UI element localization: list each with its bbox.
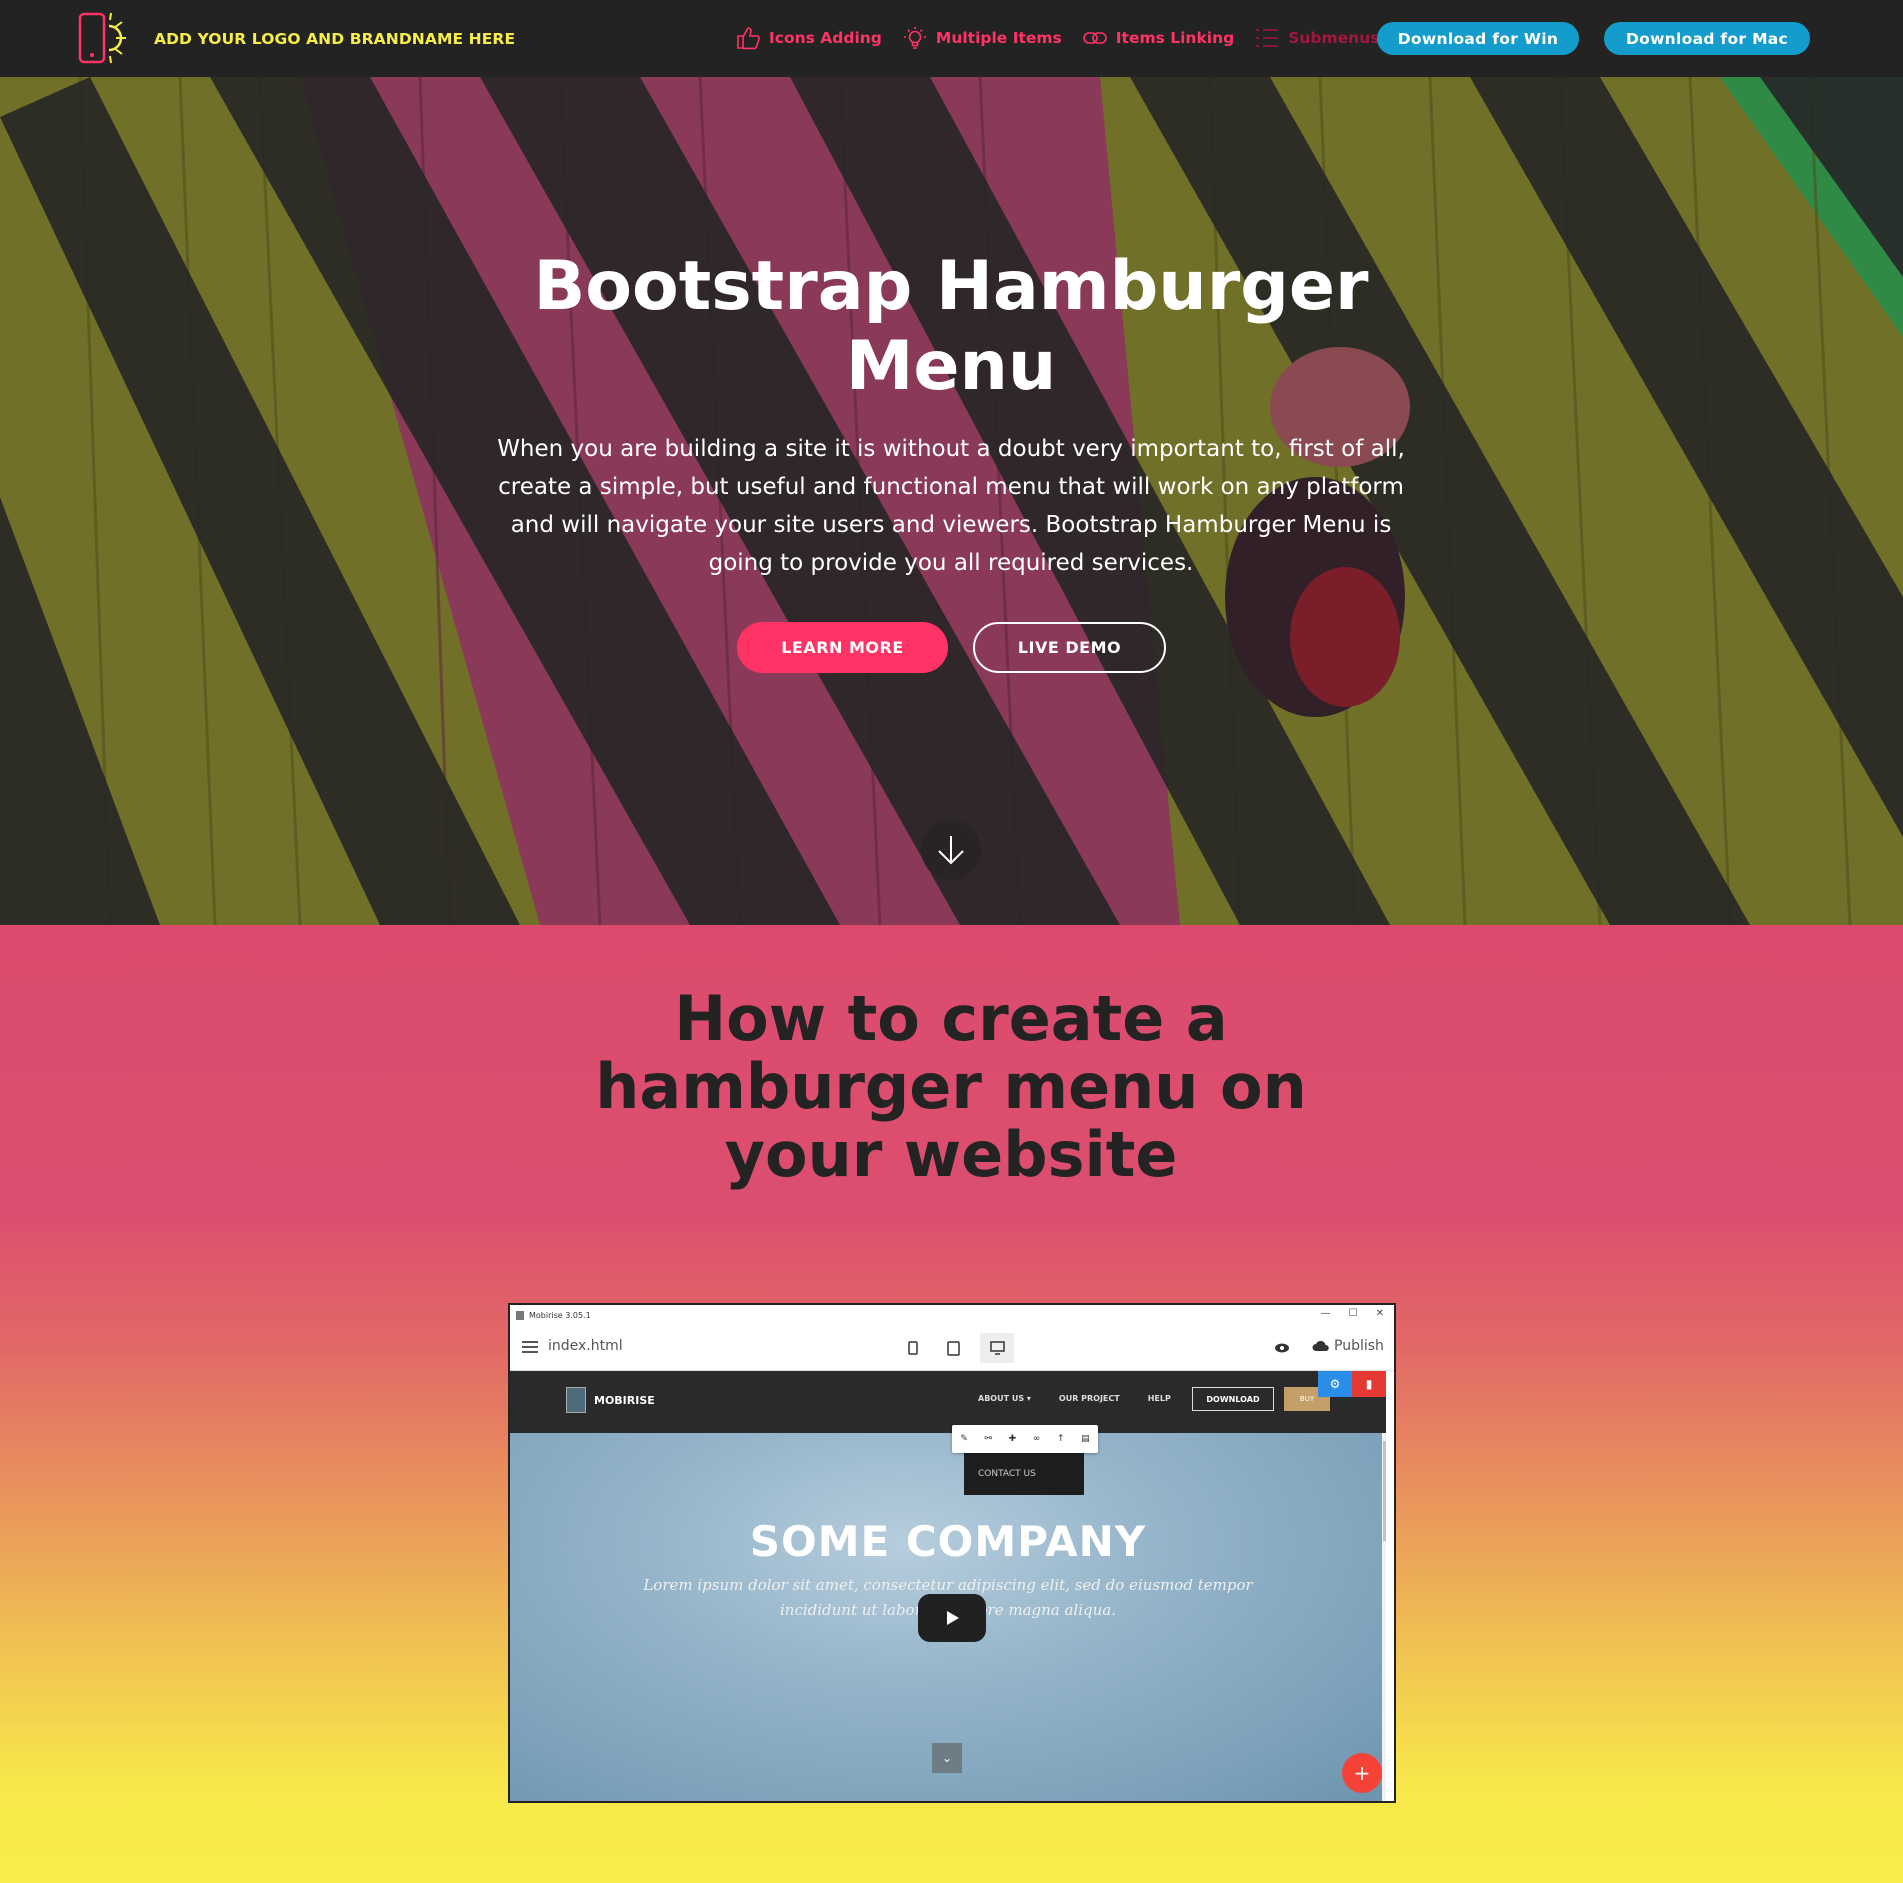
scroll-down-button[interactable] <box>921 820 981 880</box>
nav-item-label: Multiple Items <box>935 29 1062 47</box>
preview-navbar: MOBIRISE ABOUT US ▾ OUR PROJECT HELP DOW… <box>510 1371 1386 1433</box>
text-edit-toolbar: ✎ ⚯ ✚ ∞ ↑ ▤ <box>952 1425 1098 1453</box>
close-icon[interactable]: ✕ <box>1376 1308 1384 1319</box>
thumbs-up-icon <box>737 27 760 50</box>
scrollbar-thumb <box>1383 1441 1386 1541</box>
pencil-icon: ✎ <box>960 1434 968 1444</box>
minimize-icon[interactable]: — <box>1321 1308 1331 1319</box>
preview-link: ABOUT US ▾ <box>978 1394 1031 1403</box>
video-player[interactable]: Mobirise 3.05.1 — ☐ ✕ index.html Publish… <box>508 1303 1396 1803</box>
contact-us-item: CONTACT US <box>978 1469 1036 1479</box>
learn-more-button[interactable]: LEARN MORE <box>737 622 948 673</box>
tablet-icon[interactable] <box>940 1333 966 1363</box>
cloud-upload-icon <box>1312 1340 1329 1351</box>
nav-menu: Icons Adding Multiple Items Items Linkin… <box>735 25 1411 51</box>
live-demo-button[interactable]: LIVE DEMO <box>973 622 1166 673</box>
nav-item-items-linking[interactable]: Items Linking <box>1082 25 1234 51</box>
hero-description: When you are building a site it is witho… <box>497 436 1405 576</box>
desktop-icon[interactable] <box>980 1333 1014 1363</box>
download-mac-button[interactable]: Download for Mac <box>1604 22 1810 55</box>
hero-section: Bootstrap Hamburger Menu When you are bu… <box>0 77 1903 925</box>
nav-item-label: Items Linking <box>1115 29 1235 47</box>
arrow-down-icon <box>938 836 964 865</box>
filename: index.html <box>548 1338 623 1354</box>
hero-title: Bootstrap Hamburger Menu <box>533 247 1369 406</box>
preview-site: MOBIRISE ABOUT US ▾ OUR PROJECT HELP DOW… <box>510 1371 1386 1801</box>
download-win-button[interactable]: Download for Win <box>1377 22 1579 55</box>
delete-tool-icon: ▤ <box>1081 1434 1090 1444</box>
preview-scrollbar <box>1382 1433 1386 1801</box>
preview-download-button: DOWNLOAD <box>1192 1387 1274 1411</box>
brand-name[interactable]: ADD YOUR LOGO AND BRANDNAME HERE <box>154 30 515 48</box>
window-controls: — ☐ ✕ <box>1321 1308 1384 1319</box>
add-block-fab: + <box>1342 1753 1382 1793</box>
nav-item-submenus[interactable]: Submenus ▼ <box>1254 25 1391 51</box>
preview-brand-name: MOBIRISE <box>594 1393 655 1407</box>
play-button[interactable] <box>918 1594 986 1642</box>
arrow-up-tool-icon: ↑ <box>1056 1434 1065 1444</box>
link-tool-icon: ⚯ <box>984 1434 993 1444</box>
trash-icon: ▮ <box>1352 1371 1386 1397</box>
play-icon <box>947 1611 959 1625</box>
preview-brand: MOBIRISE <box>566 1387 655 1413</box>
section-title: How to create a hamburger menu on your w… <box>595 982 1307 1191</box>
nav-item-label: Submenus <box>1288 29 1380 47</box>
unlink-tool-icon: ∞ <box>1032 1434 1041 1444</box>
block-tools: ⚙ ▮ <box>1318 1371 1386 1397</box>
nav-item-label: Icons Adding <box>769 29 882 47</box>
preview-link: OUR PROJECT <box>1058 1394 1120 1403</box>
list-icon <box>1256 29 1279 47</box>
nav-item-multiple-items[interactable]: Multiple Items <box>902 25 1062 51</box>
phone-sun-logo-icon <box>78 12 126 64</box>
window-titlebar: Mobirise 3.05.1 — ☐ ✕ <box>510 1305 1394 1325</box>
preview-nav-links: ABOUT US ▾ OUR PROJECT HELP <box>978 1394 1171 1403</box>
plus-tool-icon: ✚ <box>1008 1434 1017 1444</box>
preview-scroll-down-icon: ⌄ <box>932 1743 962 1773</box>
lightbulb-icon <box>903 27 926 49</box>
link-icon <box>1082 32 1107 44</box>
mobile-icon[interactable] <box>900 1333 926 1363</box>
gear-icon: ⚙ <box>1318 1371 1352 1397</box>
device-switcher <box>900 1333 1014 1363</box>
publish-label: Publish <box>1334 1338 1384 1354</box>
maximize-icon[interactable]: ☐ <box>1349 1308 1358 1319</box>
window-title: Mobirise 3.05.1 <box>529 1310 591 1320</box>
hamburger-icon[interactable] <box>522 1341 538 1353</box>
mobirise-logo-icon <box>566 1387 586 1413</box>
app-icon <box>516 1310 524 1320</box>
nav-item-icons-adding[interactable]: Icons Adding <box>735 25 882 51</box>
navbar: ADD YOUR LOGO AND BRANDNAME HERE Icons A… <box>0 0 1903 77</box>
preview-eye-icon[interactable] <box>1274 1339 1290 1358</box>
app-toolbar: index.html Publish <box>510 1325 1394 1371</box>
preview-headline: SOME COMPANY <box>749 1517 1147 1566</box>
publish-button[interactable]: Publish <box>1312 1338 1384 1354</box>
preview-link: HELP <box>1147 1394 1171 1403</box>
brand[interactable]: ADD YOUR LOGO AND BRANDNAME HERE <box>78 12 515 66</box>
